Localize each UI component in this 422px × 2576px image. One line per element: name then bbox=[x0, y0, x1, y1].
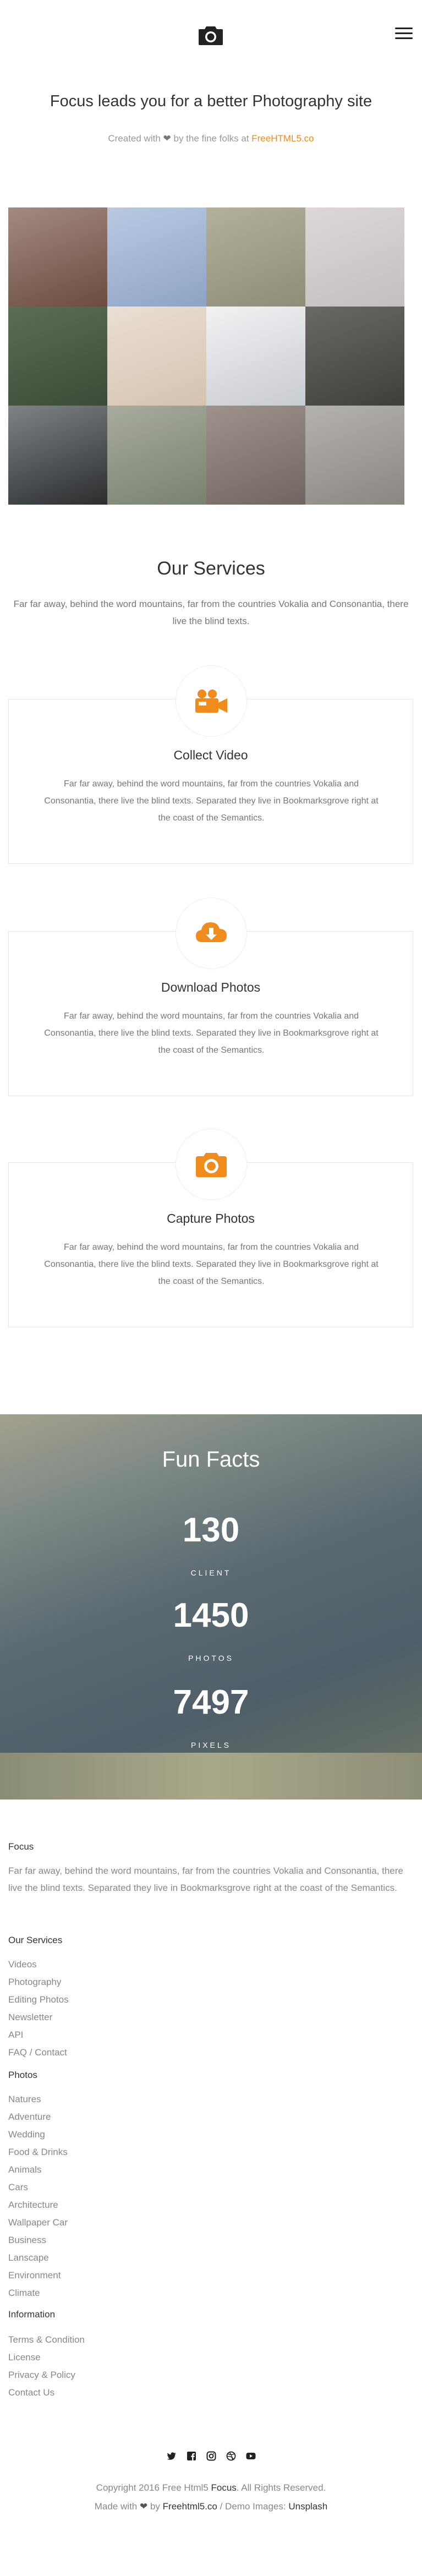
footer-link[interactable]: Cars bbox=[8, 2179, 414, 2196]
footer-photos: Photos Natures Adventure Wedding Food & Dri… bbox=[8, 2070, 414, 2302]
dribbble-icon[interactable] bbox=[226, 2451, 236, 2461]
footer-information-heading: Information bbox=[8, 2309, 56, 2320]
footer-information-list: Terms & Condition License Privacy & Policy… bbox=[8, 2331, 414, 2402]
services-title: Our Services bbox=[157, 558, 265, 579]
service-text: Far far away, behind the word mountains,… bbox=[44, 779, 379, 823]
fact-label: PHOTOS bbox=[188, 1654, 234, 1662]
footer-services-list: Videos Photography Editing Photos Newslette… bbox=[8, 1956, 414, 2061]
footer-link[interactable]: Food & Drinks bbox=[8, 2143, 414, 2161]
fact-label: CLIENT bbox=[190, 1568, 232, 1577]
made-prefix: Made with bbox=[94, 2501, 138, 2512]
gallery-photo[interactable] bbox=[8, 207, 107, 307]
footer-about: Focus Far far away, behind the word moun… bbox=[8, 1841, 414, 1896]
video-camera-icon bbox=[176, 665, 247, 737]
gallery-photo[interactable] bbox=[107, 207, 206, 307]
heart-icon: ❤ bbox=[163, 133, 171, 144]
photo-gallery bbox=[8, 207, 404, 505]
service-card-capture-photos: Capture Photos Far far away, behind the … bbox=[8, 1129, 413, 1327]
footer-link[interactable]: Natures bbox=[8, 2091, 414, 2108]
footer-services-heading: Our Services bbox=[8, 1935, 63, 1945]
gallery-photo[interactable] bbox=[206, 307, 305, 406]
footer-link[interactable]: Editing Photos bbox=[8, 1991, 414, 2009]
footer-services: Our Services Videos Photography Editing Ph… bbox=[8, 1935, 414, 2061]
footer-link[interactable]: Wallpaper Car bbox=[8, 2214, 414, 2232]
footer-link[interactable]: API bbox=[8, 2026, 414, 2044]
footer-link[interactable]: Climate bbox=[8, 2284, 414, 2302]
gallery-photo[interactable] bbox=[305, 207, 404, 307]
footer-brand: Focus bbox=[8, 1841, 34, 1852]
social-icons bbox=[0, 2451, 422, 2461]
footer-link[interactable]: Terms & Condition bbox=[8, 2331, 414, 2349]
gallery-photo[interactable] bbox=[305, 406, 404, 505]
footer-information: Information Terms & Condition License Priv… bbox=[8, 2309, 414, 2402]
service-card-download-photos: Download Photos Far far away, behind the… bbox=[8, 898, 413, 1096]
gallery-photo[interactable] bbox=[206, 406, 305, 505]
fun-facts-background-strip bbox=[0, 1753, 422, 1800]
footer-link[interactable]: Contact Us bbox=[8, 2384, 414, 2402]
camera-icon[interactable] bbox=[198, 24, 224, 46]
footer-link[interactable]: Adventure bbox=[8, 2108, 414, 2126]
footer-link[interactable]: Animals bbox=[8, 2161, 414, 2179]
footer-link[interactable]: Wedding bbox=[8, 2126, 414, 2143]
gallery-photo[interactable] bbox=[107, 307, 206, 406]
made-middle: by bbox=[150, 2501, 160, 2512]
gallery-photo[interactable] bbox=[305, 307, 404, 406]
twitter-icon[interactable] bbox=[167, 2451, 177, 2461]
freehtml5-link[interactable]: Freehtml5.co bbox=[163, 2501, 217, 2512]
footer-link[interactable]: Environment bbox=[8, 2267, 414, 2284]
copyright-line: Copyright 2016 Free Html5 Focus. All Rig… bbox=[0, 2482, 422, 2493]
heart-icon: ❤ bbox=[139, 2501, 148, 2512]
credit-middle: by the fine folks at bbox=[173, 133, 249, 144]
youtube-icon[interactable] bbox=[246, 2451, 256, 2461]
hamburger-menu-icon[interactable] bbox=[395, 28, 413, 41]
footer-link[interactable]: Privacy & Policy bbox=[8, 2366, 414, 2384]
fact-number: 7497 bbox=[173, 1683, 249, 1721]
service-title: Collect Video bbox=[173, 748, 248, 762]
footer-photos-heading: Photos bbox=[8, 2070, 37, 2080]
fact-number: 130 bbox=[182, 1511, 240, 1549]
service-text: Far far away, behind the word mountains,… bbox=[44, 1243, 379, 1286]
cloud-download-icon bbox=[176, 898, 247, 969]
footer-link[interactable]: Photography bbox=[8, 1973, 414, 1991]
fact-number: 1450 bbox=[173, 1596, 249, 1634]
footer-link[interactable]: Architecture bbox=[8, 2196, 414, 2214]
footer-photos-list: Natures Adventure Wedding Food & Drinks Anim… bbox=[8, 2091, 414, 2302]
credit-link[interactable]: FreeHTML5.co bbox=[251, 133, 314, 144]
hero-credit: Created with ❤ by the fine folks at Free… bbox=[0, 133, 422, 144]
services-intro: Far far away, behind the word mountains,… bbox=[13, 599, 409, 626]
footer-link[interactable]: FAQ / Contact bbox=[8, 2044, 414, 2061]
hero-title: Focus leads you for a better Photography… bbox=[50, 92, 372, 110]
gallery-photo[interactable] bbox=[107, 406, 206, 505]
facebook-icon[interactable] bbox=[187, 2451, 196, 2461]
made-with-line: Made with ❤ by Freehtml5.co / Demo Image… bbox=[0, 2501, 422, 2512]
fact-label: PIXELS bbox=[190, 1741, 232, 1749]
made-separator: / Demo Images: bbox=[220, 2501, 286, 2512]
footer-link[interactable]: Business bbox=[8, 2232, 414, 2249]
service-text: Far far away, behind the word mountains,… bbox=[44, 1011, 379, 1055]
gallery-photo[interactable] bbox=[206, 207, 305, 307]
copyright-prefix: Copyright 2016 Free Html5 bbox=[96, 2482, 209, 2493]
service-card-collect-video: Collect Video Far far away, behind the w… bbox=[8, 665, 413, 864]
fun-facts-title: Fun Facts bbox=[162, 1447, 260, 1472]
service-title: Capture Photos bbox=[167, 1211, 255, 1226]
gallery-photo[interactable] bbox=[8, 307, 107, 406]
unsplash-link[interactable]: Unsplash bbox=[288, 2501, 327, 2512]
copyright-brand: Focus bbox=[211, 2482, 237, 2493]
site-header bbox=[0, 0, 422, 72]
service-title: Download Photos bbox=[161, 980, 261, 994]
footer-link[interactable]: Videos bbox=[8, 1956, 414, 1973]
instagram-icon[interactable] bbox=[206, 2451, 216, 2461]
footer-link[interactable]: License bbox=[8, 2349, 414, 2366]
gallery-photo[interactable] bbox=[8, 406, 107, 505]
credit-prefix: Created with bbox=[108, 133, 161, 144]
footer-link[interactable]: Lanscape bbox=[8, 2249, 414, 2267]
footer-link[interactable]: Newsletter bbox=[8, 2009, 414, 2026]
fun-facts-section: Fun Facts 130 CLIENT 1450 PHOTOS 7497 PI… bbox=[0, 1414, 422, 1800]
footer-about-text: Far far away, behind the word mountains,… bbox=[8, 1866, 403, 1893]
camera-icon bbox=[176, 1129, 247, 1200]
copyright-suffix: . All Rights Reserved. bbox=[236, 2482, 326, 2493]
